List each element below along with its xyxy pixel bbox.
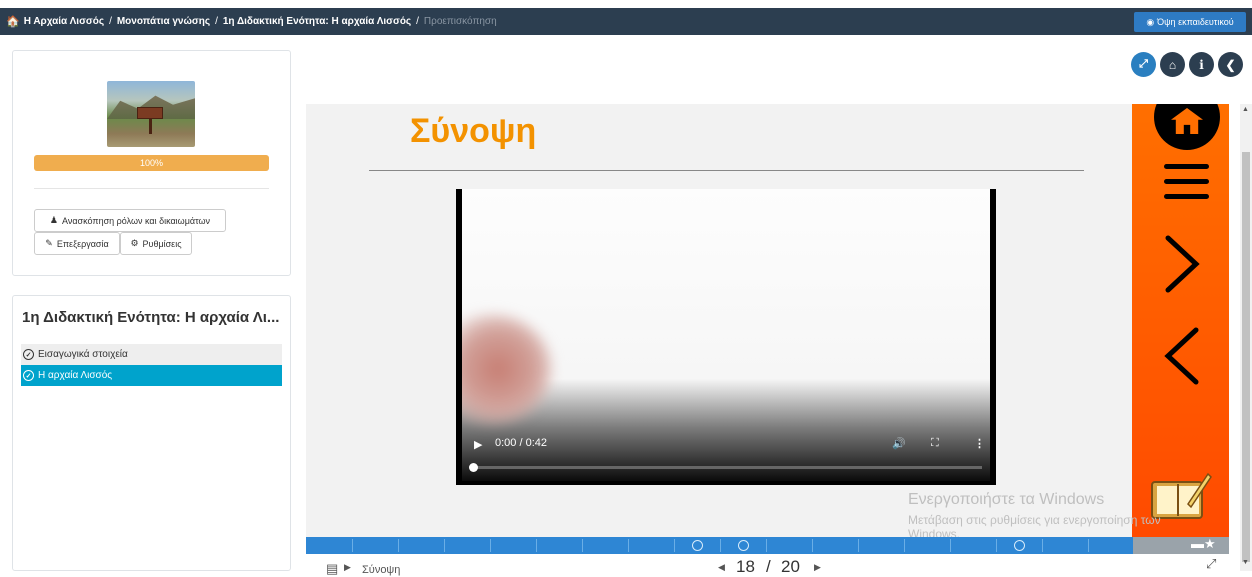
previous-slide-icon[interactable] bbox=[1164, 326, 1200, 386]
slides-list-icon[interactable]: ▤ bbox=[326, 561, 338, 577]
unit-title: 1η Διδακτική Ενότητα: Η αρχαία Λι... bbox=[22, 309, 280, 326]
unit-panel: 1η Διδακτική Ενότητα: Η αρχαία Λι... ✓ Ε… bbox=[12, 295, 291, 571]
edit-button[interactable]: ✎ Επεξεργασία bbox=[34, 232, 120, 255]
scroll-down-icon[interactable]: ▼ bbox=[1242, 559, 1249, 566]
home-button[interactable]: ⌂ bbox=[1160, 52, 1185, 77]
bookmark-star-icon[interactable]: ▬★ bbox=[1191, 536, 1216, 552]
module-panel: 100% ♟ Ανασκόπηση ρόλων και δικαιωμάτων … bbox=[12, 50, 291, 276]
next-page-icon[interactable]: ▶ bbox=[814, 562, 821, 573]
fullscreen-icon[interactable]: ⛶ bbox=[931, 437, 939, 450]
module-thumbnail bbox=[107, 81, 195, 147]
next-slide-icon[interactable] bbox=[1164, 234, 1200, 294]
breadcrumb-current: Προεπισκόπηση bbox=[423, 16, 497, 27]
breadcrumb-separator: / bbox=[416, 16, 419, 27]
back-button[interactable]: ❮ bbox=[1218, 52, 1243, 77]
more-options-icon[interactable]: ⋮ bbox=[974, 437, 985, 450]
section-label: Σύνοψη bbox=[362, 564, 401, 576]
windows-watermark-line: Μετάβαση στις ρυθμίσεις για ενεργοποίηση… bbox=[908, 513, 1161, 527]
unit-item-label: Η αρχαία Λισσός bbox=[38, 370, 113, 381]
review-roles-label: Ανασκόπηση ρόλων και δικαιωμάτων bbox=[62, 215, 211, 226]
breadcrumb-item-unit[interactable]: 1η Διδακτική Ενότητα: Η αρχαία Λισσός bbox=[223, 16, 411, 27]
slide-side-navigation bbox=[1132, 104, 1229, 538]
menu-icon[interactable] bbox=[1164, 164, 1209, 199]
unit-item-intro[interactable]: ✓ Εισαγωγικά στοιχεία bbox=[21, 344, 282, 365]
breadcrumb-item-course[interactable]: Η Αρχαία Λισσός bbox=[24, 16, 104, 27]
settings-label: Ρυθμίσεις bbox=[142, 238, 182, 249]
seek-handle[interactable] bbox=[469, 463, 478, 472]
strip-marker[interactable] bbox=[738, 540, 749, 551]
strip-marker[interactable] bbox=[1014, 540, 1025, 551]
unit-item-ancient-lissos[interactable]: ✓ Η αρχαία Λισσός bbox=[21, 365, 282, 386]
settings-button[interactable]: ⚙ Ρυθμίσεις bbox=[120, 232, 192, 255]
video-player[interactable]: ▶ 0:00 / 0:42 🔊 ⛶ ⋮ bbox=[456, 189, 996, 485]
scrollbar-thumb[interactable] bbox=[1242, 152, 1250, 562]
page-scrollbar[interactable]: ▲ ▼ bbox=[1240, 104, 1252, 571]
play-small-icon[interactable]: ▶ bbox=[344, 562, 351, 573]
video-seek-bar[interactable] bbox=[469, 463, 982, 472]
previous-page-icon[interactable]: ◀ bbox=[718, 562, 725, 573]
home-icon: ⌂ bbox=[1168, 57, 1177, 72]
page-current: 18 bbox=[736, 557, 755, 576]
home-icon[interactable]: 🏠 bbox=[6, 15, 20, 28]
volume-icon[interactable]: 🔊 bbox=[892, 437, 906, 450]
divider bbox=[34, 188, 269, 189]
slide-home-icon[interactable] bbox=[1154, 104, 1220, 150]
slide-progress-strip[interactable] bbox=[306, 537, 1133, 554]
eye-icon: ◉ bbox=[1146, 16, 1155, 27]
teacher-view-button[interactable]: ◉ Όψη εκπαιδευτικού bbox=[1134, 12, 1246, 32]
breadcrumb: 🏠 Η Αρχαία Λισσός / Μονοπάτια γνώσης / 1… bbox=[6, 8, 497, 35]
breadcrumb-separator: / bbox=[109, 16, 112, 27]
video-time: 0:00 / 0:42 bbox=[495, 437, 547, 449]
info-button[interactable]: i bbox=[1189, 52, 1214, 77]
gear-icon: ⚙ bbox=[130, 238, 139, 248]
user-icon: ♟ bbox=[49, 215, 58, 225]
bookmark-strip[interactable]: ▬★ bbox=[1133, 536, 1229, 554]
slide-divider bbox=[369, 170, 1084, 171]
unit-item-label: Εισαγωγικά στοιχεία bbox=[38, 349, 128, 360]
breadcrumb-separator: / bbox=[215, 16, 218, 27]
check-circle-icon: ✓ bbox=[23, 370, 34, 381]
windows-watermark-title: Ενεργοποιήστε τα Windows bbox=[908, 491, 1105, 508]
check-circle-icon: ✓ bbox=[23, 349, 34, 360]
slide-title: Σύνοψη bbox=[410, 112, 537, 150]
review-roles-button[interactable]: ♟ Ανασκόπηση ρόλων και δικαιωμάτων bbox=[34, 209, 226, 232]
edit-label: Επεξεργασία bbox=[56, 238, 109, 249]
page-total: 20 bbox=[781, 557, 800, 576]
scroll-up-icon[interactable]: ▲ bbox=[1242, 106, 1249, 113]
fullscreen-toggle-icon[interactable]: ⤢ bbox=[1206, 556, 1216, 572]
chevron-left-icon: ❮ bbox=[1225, 57, 1236, 72]
progress-bar: 100% bbox=[34, 155, 269, 171]
slide-canvas: Σύνοψη ▶ 0:00 / 0:42 🔊 ⛶ ⋮ bbox=[306, 104, 1132, 538]
breadcrumb-item-paths[interactable]: Μονοπάτια γνώσης bbox=[117, 16, 210, 27]
strip-marker[interactable] bbox=[692, 540, 703, 551]
info-icon: i bbox=[1199, 57, 1204, 72]
page-separator: / bbox=[766, 557, 771, 576]
progress-label: 100% bbox=[139, 158, 164, 168]
top-navbar: 🏠 Η Αρχαία Λισσός / Μονοπάτια γνώσης / 1… bbox=[0, 8, 1252, 35]
expand-icon: ⤢ bbox=[1139, 58, 1148, 70]
slide-footer: ▤ ▶ Σύνοψη ◀ 18 / 20 ▶ ⤢ bbox=[306, 556, 1232, 576]
play-icon[interactable]: ▶ bbox=[474, 438, 482, 451]
pencil-icon: ✎ bbox=[45, 238, 53, 248]
expand-button[interactable]: ⤢ bbox=[1131, 52, 1156, 77]
teacher-view-label: Όψη εκπαιδευτικού bbox=[1157, 17, 1234, 27]
